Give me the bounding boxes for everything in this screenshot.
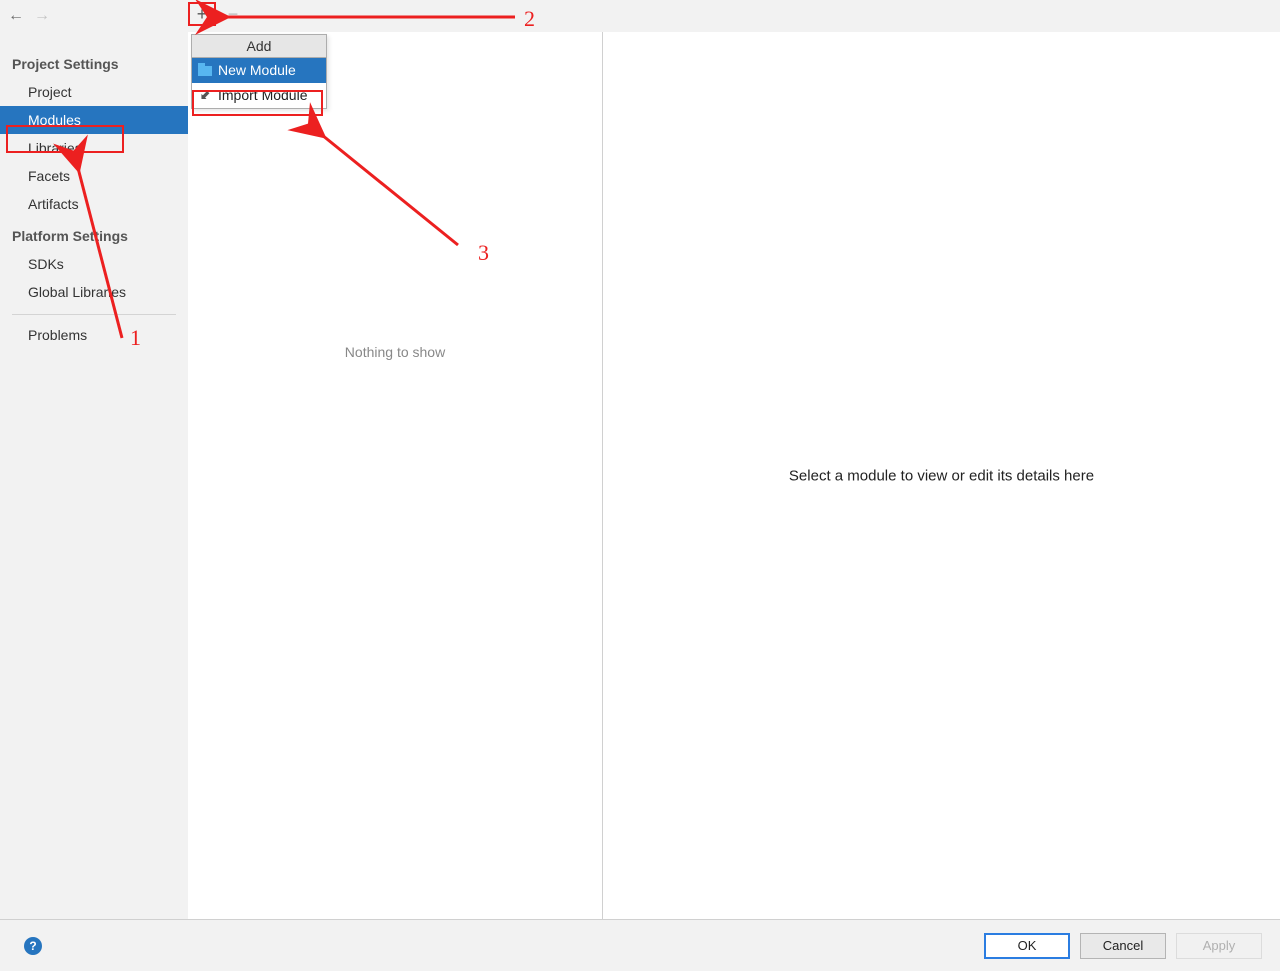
plus-icon: +	[197, 4, 208, 25]
cancel-button[interactable]: Cancel	[1080, 933, 1166, 959]
help-button[interactable]: ?	[24, 937, 42, 955]
forward-arrow-icon: →	[32, 7, 52, 25]
module-detail-placeholder: Select a module to view or edit its deta…	[789, 467, 1094, 484]
ok-button[interactable]: OK	[984, 933, 1070, 959]
menu-item-import-module-label: Import Module	[218, 86, 307, 105]
sidebar-item-problems[interactable]: Problems	[0, 321, 188, 349]
sidebar-item-modules[interactable]: Modules	[0, 106, 188, 134]
remove-module-button: −	[222, 4, 244, 24]
project-settings-header: Project Settings	[0, 52, 188, 78]
add-dropdown-header: Add	[192, 35, 326, 58]
menu-item-new-module-label: New Module	[218, 61, 296, 80]
module-detail-panel: Select a module to view or edit its deta…	[603, 32, 1280, 919]
sidebar-item-sdks[interactable]: SDKs	[0, 250, 188, 278]
sidebar: Project Settings Project Modules Librari…	[0, 32, 188, 919]
apply-button: Apply	[1176, 933, 1262, 959]
add-dropdown-menu: Add New Module ⬋ Import Module	[191, 34, 327, 109]
import-icon: ⬋	[198, 89, 212, 103]
main-area: Project Settings Project Modules Librari…	[0, 32, 1280, 919]
add-module-button[interactable]: +	[188, 2, 216, 26]
menu-item-import-module[interactable]: ⬋ Import Module	[192, 83, 326, 108]
sidebar-item-facets[interactable]: Facets	[0, 162, 188, 190]
sidebar-item-libraries[interactable]: Libraries	[0, 134, 188, 162]
sidebar-separator	[12, 314, 176, 315]
back-arrow-icon[interactable]: ←	[6, 7, 26, 25]
sidebar-item-project[interactable]: Project	[0, 78, 188, 106]
dialog-button-bar: ? OK Cancel Apply	[0, 919, 1280, 971]
folder-icon	[198, 64, 212, 78]
minus-icon: −	[228, 4, 239, 25]
modules-list-panel: + − Add New Module ⬋ Import Module Nothi…	[188, 32, 603, 919]
sidebar-item-global-libraries[interactable]: Global Libraries	[0, 278, 188, 306]
modules-empty-text: Nothing to show	[188, 344, 602, 360]
sidebar-item-artifacts[interactable]: Artifacts	[0, 190, 188, 218]
platform-settings-header: Platform Settings	[0, 224, 188, 250]
menu-item-new-module[interactable]: New Module	[192, 58, 326, 83]
help-icon: ?	[24, 937, 42, 955]
